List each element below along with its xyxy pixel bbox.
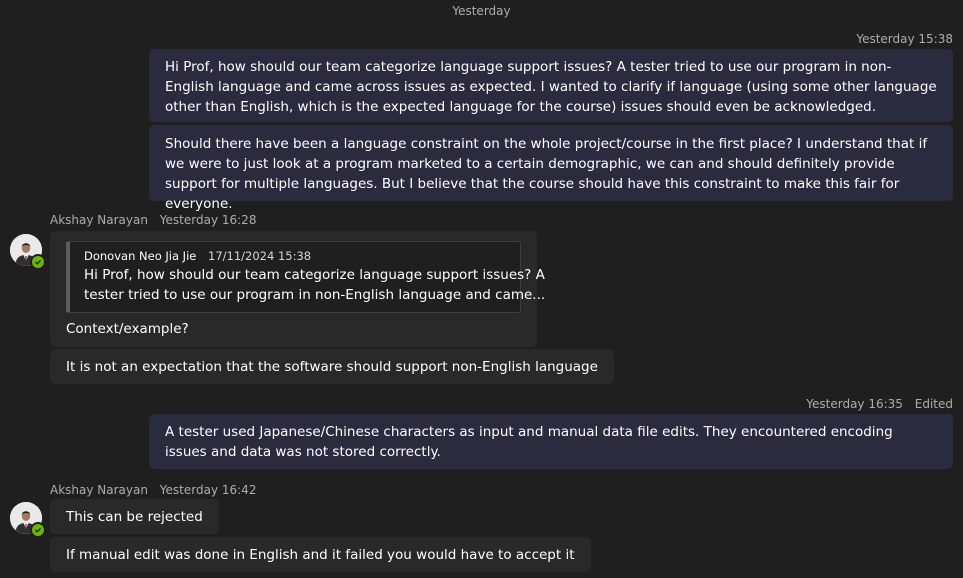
message-time: Yesterday 15:38 [856,32,953,46]
message-meta: Akshay Narayan Yesterday 16:42 [50,483,256,497]
other-message-bubble[interactable]: This can be rejected [50,499,219,534]
own-message-bubble[interactable]: Hi Prof, how should our team categorize … [149,49,953,122]
sender-name[interactable]: Akshay Narayan [50,483,148,497]
message-text: Hi Prof, how should our team categorize … [165,59,937,115]
message-meta: Yesterday 15:38 [856,32,953,46]
quoted-reply[interactable]: Donovan Neo Jia Jie 17/11/2024 15:38 Hi … [66,241,546,313]
quote-text-line: tester tried to use our program in non-E… [84,287,546,303]
message-text: A tester used Japanese/Chinese character… [165,424,893,460]
presence-available-icon [30,522,46,538]
date-divider: Yesterday [452,4,511,18]
avatar[interactable] [10,502,46,538]
other-message-bubble[interactable]: If manual edit was done in English and i… [50,537,591,572]
message-time: Yesterday 16:42 [159,483,257,497]
other-message-bubble[interactable]: Donovan Neo Jia Jie 17/11/2024 15:38 Hi … [50,231,546,347]
presence-available-icon [30,254,46,270]
other-message-bubble[interactable]: It is not an expectation that the softwa… [50,349,614,384]
message-time: Yesterday 16:28 [159,213,257,227]
message-meta: Akshay Narayan Yesterday 16:28 [50,213,256,227]
quote-text-line: Hi Prof, how should our team categorize … [84,267,545,283]
sender-name[interactable]: Akshay Narayan [50,213,148,227]
avatar[interactable] [10,234,46,270]
message-text: Should there have been a language constr… [165,136,928,212]
quote-sender: Donovan Neo Jia Jie [84,249,197,263]
message-text: If manual edit was done in English and i… [66,547,575,563]
own-message-bubble[interactable]: Should there have been a language constr… [149,125,953,212]
own-message-bubble[interactable]: A tester used Japanese/Chinese character… [149,414,953,469]
message-text: It is not an expectation that the softwa… [66,359,598,375]
quote-time: 17/11/2024 15:38 [208,249,312,263]
edited-label: Edited [914,397,953,411]
message-time: Yesterday 16:35 [806,397,903,411]
message-meta: Yesterday 16:35 Edited [806,397,953,411]
quote-meta: Donovan Neo Jia Jie 17/11/2024 15:38 [84,247,506,265]
message-text: This can be rejected [66,509,203,525]
message-text: Context/example? [66,321,189,337]
